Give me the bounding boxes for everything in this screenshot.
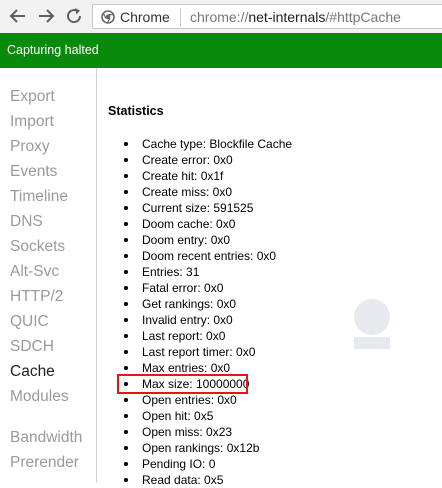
- tab-cache[interactable]: Cache: [10, 363, 55, 381]
- list-item: Last report: 0x0: [124, 328, 292, 344]
- list-item: Open entries: 0x0: [124, 392, 292, 408]
- url-text[interactable]: chrome://net-internals/#httpCache: [190, 8, 401, 26]
- tab-dns[interactable]: DNS: [10, 213, 43, 231]
- list-item: Cache type: Blockfile Cache: [124, 136, 292, 152]
- url-host: net-internals: [248, 9, 326, 25]
- statistics-list: Cache type: Blockfile Cache Create error…: [124, 136, 292, 488]
- list-item: Doom entry: 0x0: [124, 232, 292, 248]
- list-item: Get rankings: 0x0: [124, 296, 292, 312]
- tab-export[interactable]: Export: [10, 88, 55, 106]
- list-item: Open rankings: 0x12b: [124, 440, 292, 456]
- chip-divider: [180, 8, 181, 26]
- tab-http2[interactable]: HTTP/2: [10, 288, 63, 306]
- list-item: Last report timer: 0x0: [124, 344, 292, 360]
- back-arrow-icon[interactable]: [8, 6, 28, 26]
- tab-timeline[interactable]: Timeline: [10, 188, 68, 206]
- tab-modules[interactable]: Modules: [10, 388, 69, 406]
- tab-sockets[interactable]: Sockets: [10, 238, 65, 256]
- tab-events[interactable]: Events: [10, 163, 57, 181]
- list-item: Create hit: 0x1f: [124, 168, 292, 184]
- max-size-highlight-box: [117, 374, 248, 394]
- tab-import[interactable]: Import: [10, 113, 54, 131]
- tab-sdch[interactable]: SDCH: [10, 338, 54, 356]
- tab-alt-svc[interactable]: Alt-Svc: [10, 263, 59, 281]
- cache-panel: Statistics Cache type: Blockfile Cache C…: [97, 68, 442, 487]
- list-item: Pending IO: 0: [124, 456, 292, 472]
- reload-icon[interactable]: [64, 6, 84, 26]
- chrome-logo-icon: [101, 10, 115, 24]
- list-item: Invalid entry: 0x0: [124, 312, 292, 328]
- forward-arrow-icon[interactable]: [36, 6, 56, 26]
- watermark-logo-icon: [354, 299, 390, 349]
- capture-status-bar: Capturing halted: [0, 33, 442, 68]
- list-item: Create error: 0x0: [124, 152, 292, 168]
- list-item: Create miss: 0x0: [124, 184, 292, 200]
- list-item: Doom cache: 0x0: [124, 216, 292, 232]
- list-item: Open hit: 0x5: [124, 408, 292, 424]
- url-scheme: chrome://: [190, 9, 249, 25]
- tab-prerender[interactable]: Prerender: [10, 454, 79, 472]
- browser-toolbar: Chrome chrome://net-internals/#httpCache: [0, 0, 442, 34]
- list-item: Open miss: 0x23: [124, 424, 292, 440]
- list-item: Doom recent entries: 0x0: [124, 248, 292, 264]
- tab-proxy[interactable]: Proxy: [10, 138, 50, 156]
- site-chip: Chrome: [120, 9, 170, 25]
- list-item: Entries: 31: [124, 264, 292, 280]
- capture-status-text: Capturing halted: [7, 43, 99, 57]
- tab-bandwidth[interactable]: Bandwidth: [10, 429, 82, 447]
- statistics-heading: Statistics: [108, 104, 164, 118]
- list-item: Fatal error: 0x0: [124, 280, 292, 296]
- sidebar: Export Import Proxy Events Timeline DNS …: [0, 68, 97, 483]
- tab-quic[interactable]: QUIC: [10, 313, 49, 331]
- url-path: /#httpCache: [325, 9, 401, 25]
- address-bar[interactable]: Chrome chrome://net-internals/#httpCache: [92, 4, 442, 29]
- list-item: Read data: 0x5: [124, 472, 292, 488]
- list-item: Current size: 591525: [124, 200, 292, 216]
